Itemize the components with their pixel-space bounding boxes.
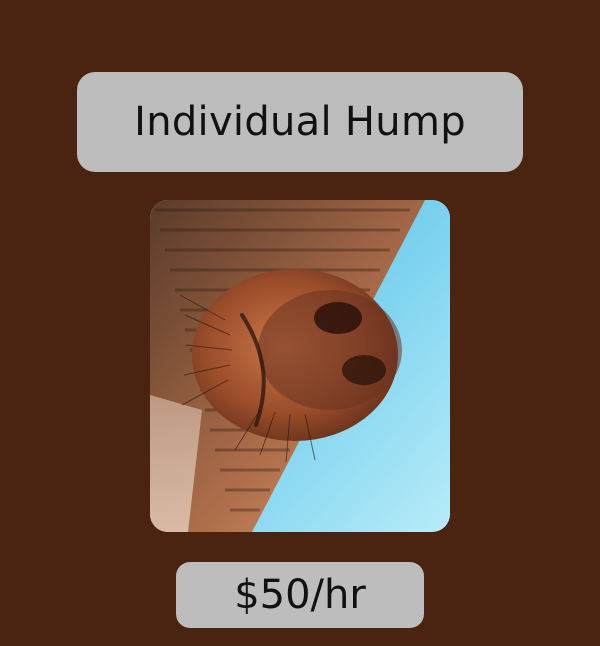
price-text: $50/hr	[234, 572, 366, 618]
service-title: Individual Hump	[134, 99, 466, 145]
horse-photo	[150, 200, 450, 532]
service-title-pill: Individual Hump	[77, 72, 523, 172]
horse-photo-icon	[150, 200, 450, 532]
price-pill: $50/hr	[176, 562, 424, 628]
